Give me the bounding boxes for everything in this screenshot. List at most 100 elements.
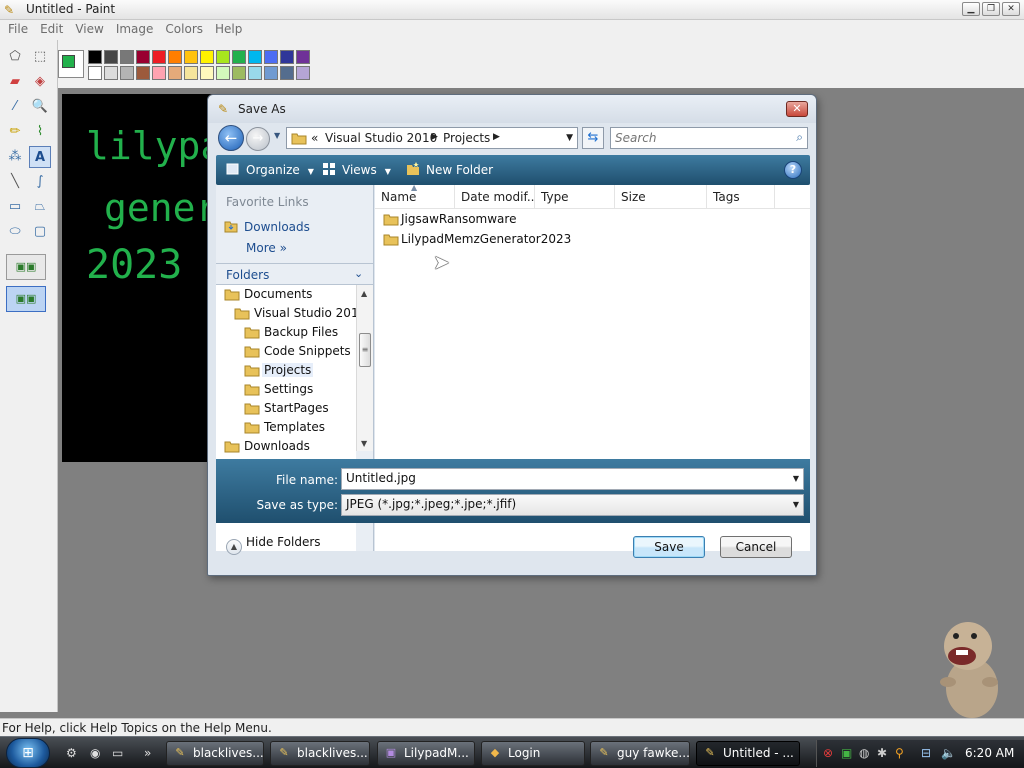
refresh-icon[interactable]: ⇆ <box>582 127 604 149</box>
column-type[interactable]: Type <box>535 185 615 209</box>
network-icon[interactable]: ⊟ <box>921 746 931 760</box>
color-swatch[interactable] <box>200 66 214 80</box>
color-swatch[interactable] <box>248 66 262 80</box>
color-swatch[interactable] <box>232 66 246 80</box>
menu-file[interactable]: File <box>2 20 34 40</box>
views-button[interactable]: Views ▼ <box>322 162 391 177</box>
address-dropdown-icon[interactable]: ▼ <box>566 133 573 143</box>
file-name-input[interactable] <box>346 471 776 485</box>
start-button[interactable]: ⊞ <box>6 738 50 768</box>
color-swatch[interactable] <box>280 66 294 80</box>
rectangle-tool-icon[interactable]: ▭ <box>4 196 26 218</box>
current-color-box[interactable] <box>58 50 84 78</box>
cancel-button[interactable]: Cancel <box>720 536 792 558</box>
rect-select-tool-icon[interactable]: ⬚ <box>29 46 51 68</box>
airbrush-tool-icon[interactable]: ⁂ <box>4 146 26 168</box>
column-size[interactable]: Size <box>615 185 707 209</box>
column-name[interactable]: ▲ Name <box>375 185 455 209</box>
ellipse-tool-icon[interactable]: ⬭ <box>4 221 26 243</box>
taskbar-button[interactable]: ✎ Untitled - ... <box>696 741 800 766</box>
address-overflow[interactable]: « <box>311 131 318 145</box>
rounded-rect-tool-icon[interactable]: ▢ <box>29 221 51 243</box>
save-as-type-select[interactable]: JPEG (*.jpg;*.jpeg;*.jpe;*.jfif) ▼ <box>341 494 804 516</box>
drawing-canvas[interactable]: lilypad m genera 2023 <box>62 94 222 462</box>
help-icon[interactable]: ? <box>784 161 802 179</box>
color-swatch[interactable] <box>88 50 102 64</box>
more-links[interactable]: More » <box>246 241 287 255</box>
search-icon[interactable]: ⌕ <box>796 130 803 145</box>
organize-button[interactable]: Organize ▼ <box>226 162 314 177</box>
menu-image[interactable]: Image <box>110 20 160 40</box>
magnifier-tool-icon[interactable]: 🔍 <box>29 96 51 118</box>
breadcrumb-visual-studio[interactable]: Visual Studio 2010 <box>325 131 437 145</box>
hide-folders-button[interactable]: ▲ Hide Folders <box>226 535 321 555</box>
color-swatch[interactable] <box>184 66 198 80</box>
restore-button[interactable]: ❐ <box>982 2 1000 16</box>
new-folder-button[interactable]: New Folder <box>406 162 493 177</box>
recent-pages-dropdown-icon[interactable]: ▼ <box>274 131 280 140</box>
search-icon[interactable]: ⚲ <box>895 746 904 760</box>
quick-launch-more-icon[interactable]: » <box>144 746 151 760</box>
opaque-mode-icon[interactable]: ▣▣ <box>6 254 46 280</box>
tree-scrollbar[interactable]: ▲ ≡ ▼ <box>356 285 373 451</box>
clock[interactable]: 6:20 AM <box>965 746 1014 760</box>
favorite-link-downloads[interactable]: Downloads <box>224 219 310 234</box>
breadcrumb-projects[interactable]: Projects <box>443 131 490 145</box>
menu-edit[interactable]: Edit <box>34 20 69 40</box>
back-button-icon[interactable]: ← <box>218 125 244 151</box>
line-tool-icon[interactable]: ╲ <box>4 171 26 193</box>
color-swatch[interactable] <box>264 66 278 80</box>
color-swatch[interactable] <box>136 66 150 80</box>
scroll-up-icon[interactable]: ▲ <box>361 289 367 298</box>
scroll-thumb[interactable]: ≡ <box>359 333 371 367</box>
menu-help[interactable]: Help <box>209 20 248 40</box>
color-swatch[interactable] <box>152 66 166 80</box>
text-tool-icon[interactable]: A <box>29 146 51 168</box>
breadcrumb-arrow-icon[interactable]: ▶ <box>431 132 438 142</box>
taskbar-button[interactable]: ✎ blacklives... <box>166 741 264 766</box>
color-swatch[interactable] <box>88 66 102 80</box>
color-swatch[interactable] <box>104 50 118 64</box>
color-swatch[interactable] <box>296 66 310 80</box>
taskbar-button[interactable]: ◆ Login <box>481 741 585 766</box>
tray-app-icon[interactable]: ◍ <box>859 746 869 760</box>
color-swatch[interactable] <box>120 66 134 80</box>
brush-tool-icon[interactable]: ⌇ <box>29 121 51 143</box>
dialog-close-button[interactable]: ✕ <box>786 101 808 117</box>
color-swatch[interactable] <box>152 50 166 64</box>
color-swatch[interactable] <box>168 50 182 64</box>
color-picker-tool-icon[interactable]: ⁄ <box>4 96 26 118</box>
color-swatch[interactable] <box>216 66 230 80</box>
volume-icon[interactable]: 🔈 <box>941 746 956 760</box>
menu-colors[interactable]: Colors <box>159 20 209 40</box>
color-swatch[interactable] <box>216 50 230 64</box>
chevron-down-icon[interactable]: ▼ <box>793 500 799 509</box>
forward-button-icon[interactable]: → <box>246 127 270 151</box>
security-alert-icon[interactable]: ⊗ <box>823 746 833 760</box>
free-select-tool-icon[interactable]: ⬠ <box>4 46 26 68</box>
breadcrumb-arrow-icon[interactable]: ▶ <box>493 132 500 142</box>
save-button[interactable]: Save <box>633 536 705 558</box>
close-button[interactable]: ✕ <box>1002 2 1020 16</box>
color-swatch[interactable] <box>104 66 118 80</box>
color-swatch[interactable] <box>184 50 198 64</box>
fill-tool-icon[interactable]: ◈ <box>29 71 51 93</box>
file-row[interactable]: LilypadMemzGenerator2023 <box>379 229 599 249</box>
pencil-tool-icon[interactable]: ✏ <box>4 121 26 143</box>
quick-launch-icon[interactable]: ◉ <box>90 746 100 760</box>
menu-view[interactable]: View <box>69 20 109 40</box>
eraser-tool-icon[interactable]: ▰ <box>4 71 26 93</box>
color-swatch[interactable] <box>120 50 134 64</box>
taskbar-button[interactable]: ✎ guy fawke... <box>590 741 690 766</box>
curve-tool-icon[interactable]: ∫ <box>29 171 51 193</box>
chevron-down-icon[interactable]: ▼ <box>793 474 799 483</box>
color-swatch[interactable] <box>232 50 246 64</box>
taskbar-button[interactable]: ▣ LilypadM... <box>377 741 475 766</box>
address-bar[interactable]: « Visual Studio 2010 ▶ Projects ▶ ▼ <box>286 127 578 149</box>
color-swatch[interactable] <box>136 50 150 64</box>
tray-app-icon[interactable]: ✱ <box>877 746 887 760</box>
color-swatch[interactable] <box>248 50 262 64</box>
minimize-button[interactable]: ▁ <box>962 2 980 16</box>
tray-app-icon[interactable]: ▣ <box>841 746 852 760</box>
quick-launch-icon[interactable]: ⚙ <box>66 746 77 760</box>
